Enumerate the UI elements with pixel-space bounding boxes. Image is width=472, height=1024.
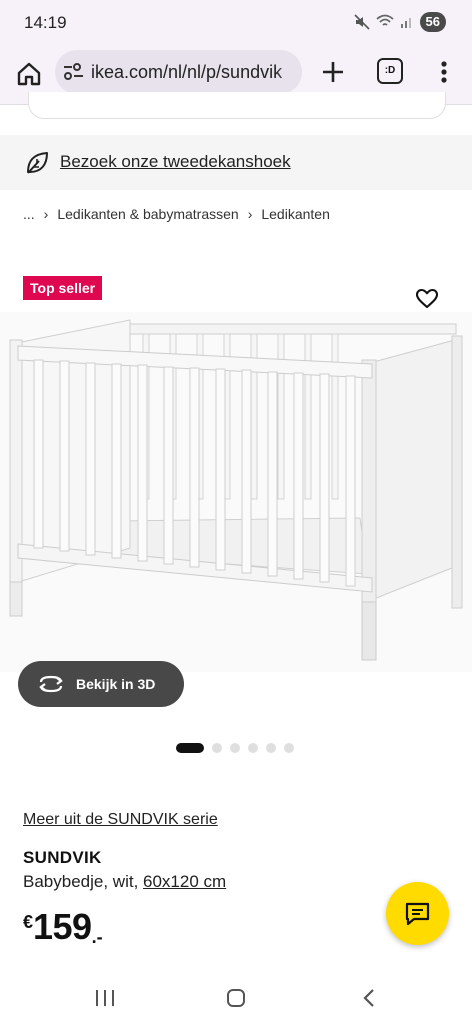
carousel-dot[interactable]: [266, 743, 276, 753]
product-image[interactable]: [0, 312, 472, 672]
rotate-3d-icon: [39, 675, 63, 693]
carousel-dot[interactable]: [212, 743, 222, 753]
system-navigation-bar: [0, 972, 472, 1024]
view-in-3d-label: Bekijk in 3D: [76, 676, 156, 692]
price-currency: €: [23, 912, 34, 932]
chevron-right-icon: ›: [43, 206, 49, 222]
carousel-dot-active[interactable]: [176, 743, 204, 753]
battery-indicator: 56: [419, 12, 446, 32]
chat-icon: [405, 902, 430, 926]
carousel-dot[interactable]: [284, 743, 294, 753]
site-settings-icon[interactable]: [63, 63, 85, 81]
price-amount: 159: [33, 906, 92, 947]
breadcrumb-item-cribs[interactable]: Ledikanten: [261, 206, 330, 222]
second-chance-link[interactable]: Bezoek onze tweedekanshoek: [60, 152, 291, 172]
carousel-dot[interactable]: [230, 743, 240, 753]
status-icons: 56: [353, 12, 446, 32]
series-link[interactable]: Meer uit de SUNDVIK serie: [23, 811, 218, 829]
second-chance-banner[interactable]: Bezoek onze tweedekanshoek: [0, 135, 472, 190]
wifi-icon: [375, 14, 394, 26]
crib-illustration: [9, 319, 463, 661]
product-description-text: Babybedje, wit,: [23, 872, 144, 891]
recents-icon[interactable]: [95, 989, 115, 1007]
signal-icon: [400, 18, 411, 28]
address-bar[interactable]: ikea.com/nl/nl/p/sundvik: [55, 50, 302, 94]
product-size-link[interactable]: 60x120 cm: [143, 872, 226, 891]
product-description: Babybedje, wit, 60x120 cm: [23, 872, 226, 892]
image-carousel-indicator: [176, 743, 294, 753]
breadcrumb-item-baby-beds-mattresses[interactable]: Ledikanten & babymatrassen: [57, 206, 238, 222]
nav-home-icon[interactable]: [226, 988, 246, 1008]
product-price: €159.-: [23, 906, 103, 948]
carousel-dot[interactable]: [248, 743, 258, 753]
url-text: ikea.com/nl/nl/p/sundvik: [91, 62, 283, 82]
top-seller-badge: Top seller: [23, 276, 103, 300]
price-decimals: .-: [91, 927, 103, 947]
status-bar: 14:19 56: [0, 0, 472, 46]
tab-switcher-button[interactable]: :D: [377, 58, 403, 84]
product-name: SUNDVIK: [23, 848, 102, 867]
scrolled-search-edge: [28, 92, 446, 119]
heart-icon[interactable]: [415, 287, 439, 311]
status-time: 14:19: [24, 13, 67, 32]
breadcrumb: ... › Ledikanten & babymatrassen › Ledik…: [23, 206, 330, 222]
back-icon[interactable]: [362, 988, 376, 1008]
breadcrumb-ellipsis[interactable]: ...: [23, 206, 35, 222]
plus-icon[interactable]: [318, 57, 348, 87]
view-in-3d-button[interactable]: Bekijk in 3D: [18, 661, 184, 707]
chat-button[interactable]: [386, 882, 449, 945]
menu-icon[interactable]: [432, 57, 456, 87]
chevron-right-icon: ›: [247, 206, 253, 222]
mute-icon: [353, 14, 370, 30]
leaf-icon: [27, 152, 48, 174]
url-fade: [276, 50, 302, 94]
home-icon[interactable]: [14, 59, 44, 89]
